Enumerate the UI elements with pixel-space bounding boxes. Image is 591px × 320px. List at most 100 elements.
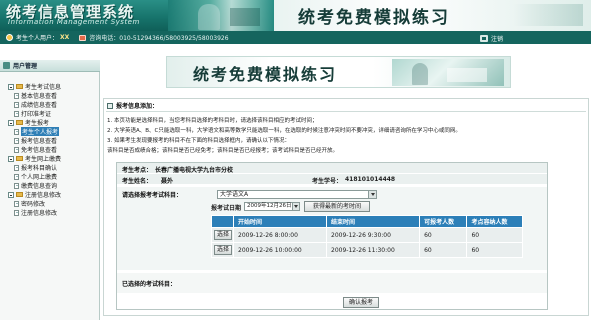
banner-photo: [168, 0, 274, 31]
exam-date-label: 报考试日期: [211, 205, 242, 212]
table-cell: 2009-12-26 8:00:00: [232, 227, 328, 243]
tree-group-account[interactable]: 注册信息修改: [8, 190, 98, 199]
collapse-icon[interactable]: [8, 155, 14, 162]
schedule-table: 开始时间 结束时间 可报考人数 考点容纳人数 选择 2009-12-26 8:0…: [211, 215, 523, 258]
chevron-down-icon[interactable]: [368, 191, 376, 198]
user-manage-icon: [3, 62, 10, 69]
main-banner-title: 统考免费模拟练习: [193, 65, 338, 84]
divider: [106, 111, 586, 112]
tree-group-label: 考生报考: [25, 120, 50, 127]
user-name: XX: [60, 34, 70, 41]
student-name-value: 聂外: [161, 178, 174, 185]
tree-group-label: 考生考试信息: [25, 84, 62, 91]
collapse-icon[interactable]: [8, 83, 14, 90]
user-info-bar: 考生个人用户： XX 咨询电话：010-51294366/58003925/58…: [0, 31, 591, 44]
exam-date-value: 2009年12月26日: [247, 203, 292, 209]
main-banner: 统考免费模拟练习: [166, 56, 511, 88]
table-cell: 2009-12-26 9:30:00: [326, 227, 421, 243]
student-id-label: 考生学号：: [312, 178, 343, 185]
fetch-latest-time-button[interactable]: 获得最新的考时间: [304, 201, 370, 212]
subject-select[interactable]: 大学语文A: [217, 190, 377, 199]
sidebar-header: 用户管理: [0, 60, 100, 72]
logout-button[interactable]: 注销: [480, 34, 503, 43]
table-cell: 2009-12-26 11:30:00: [326, 242, 421, 258]
folder-icon: [16, 120, 23, 125]
document-icon: [14, 182, 19, 189]
sidebar-item-change-password[interactable]: 密码修改: [8, 199, 98, 208]
document-icon: [14, 137, 19, 144]
chevron-down-icon[interactable]: [292, 203, 299, 210]
chosen-subjects-label: 已选择的考试科目：: [122, 281, 177, 288]
sidebar-item-confirm-subjects[interactable]: 报考科目确认: [8, 163, 98, 172]
tree-group-exam-info[interactable]: 考生考试信息: [8, 82, 98, 91]
exam-site-value: 长春广播电视大学九台市分校: [155, 167, 234, 174]
confirm-register-button[interactable]: 确认报考: [343, 297, 379, 308]
register-form: 考生考点： 长春广播电视大学九台市分校 考生姓名： 聂外 考生学号： 41810…: [116, 162, 548, 310]
instruction-line: 该科目是否成绩合格；该科目是否已经免考；该科目是否已经报考；该考试科目是否已经开…: [107, 148, 339, 154]
banner-exam-title: 统考免费模拟练习: [298, 8, 450, 28]
sidebar-header-label: 用户管理: [13, 63, 38, 70]
table-header: [211, 215, 234, 228]
student-info-row: 考生姓名： 聂外 考生学号： 418101014448: [117, 174, 547, 185]
banner-exam-panel: 统考免费模拟练习: [274, 0, 591, 31]
chosen-subjects-row: 已选择的考试科目：: [117, 273, 547, 294]
tree-group-label: 注册信息修改: [25, 192, 62, 199]
table-row: 选择 2009-12-26 8:00:00 2009-12-26 9:30:00…: [211, 227, 523, 243]
table-cell: 60: [419, 242, 468, 258]
document-icon: [14, 146, 19, 153]
panel-title: 报考信息添加：: [107, 101, 158, 110]
sidebar-item-payment-query[interactable]: 缴费信息查询: [8, 181, 98, 190]
table-cell: 2009-12-26 10:00:00: [232, 242, 328, 258]
select-button[interactable]: 选择: [214, 245, 232, 255]
tree-group-register[interactable]: 考生报考: [8, 118, 98, 127]
main-content: 统考免费模拟练习 报考信息添加： 1. 本页功能是选择科目，当您考科目选择的考科…: [100, 44, 591, 320]
sidebar-item-basic-info[interactable]: 基本信息查看: [8, 91, 98, 100]
nav-tree: 考生考试信息 基本信息查看 成绩信息查看 打印准考证 考生报考 考生个人报考 报…: [8, 82, 98, 217]
table-header-row: 开始时间 结束时间 可报考人数 考点容纳人数: [211, 215, 523, 228]
document-icon: [14, 128, 19, 135]
folder-icon: [16, 156, 23, 161]
sidebar-item-exempt-info[interactable]: 免考信息查看: [8, 145, 98, 154]
document-icon: [14, 110, 19, 117]
document-icon: [14, 209, 19, 216]
table-cell: 选择: [211, 227, 234, 243]
logout-icon: [480, 35, 488, 42]
table-header: 考点容纳人数: [466, 215, 523, 228]
student-name-label: 考生姓名：: [122, 178, 153, 185]
tree-group-payment[interactable]: 考生网上缴费: [8, 154, 98, 163]
collapse-icon[interactable]: [8, 191, 14, 198]
table-cell: 60: [466, 227, 523, 243]
document-icon: [14, 92, 19, 99]
phone-label: 咨询电话：010-51294366/58003925/58003926: [89, 35, 229, 42]
student-id-value: 418101014448: [345, 176, 396, 183]
subject-select-label: 请选择报考考试科目：: [122, 192, 183, 199]
tree-group-label: 考生网上缴费: [25, 156, 62, 163]
instructions: 1. 本页功能是选择科目，当您考科目选择的考科目时，请选择该科目相应的考试时间；…: [107, 116, 587, 156]
register-panel: 报考信息添加： 1. 本页功能是选择科目，当您考科目选择的考科目时，请选择该科目…: [103, 98, 589, 316]
document-icon: [14, 101, 19, 108]
sidebar-item-personal-register[interactable]: 考生个人报考: [8, 127, 98, 136]
sidebar-item-online-payment[interactable]: 个人网上缴费: [8, 172, 98, 181]
header-banner: 统考信息管理系统 Information Management System 统…: [0, 0, 591, 31]
sidebar-item-print-ticket[interactable]: 打印准考证: [8, 109, 98, 118]
panel-icon: [107, 102, 113, 109]
select-button[interactable]: 选择: [214, 230, 232, 240]
panel-title-label: 报考信息添加：: [116, 103, 159, 110]
table-row: 选择 2009-12-26 10:00:00 2009-12-26 11:30:…: [211, 242, 523, 258]
document-icon: [14, 200, 19, 207]
exam-site-label: 考生考点：: [122, 167, 153, 174]
table-header: 结束时间: [326, 215, 421, 228]
table-header: 可报考人数: [419, 215, 468, 228]
instruction-line: 1. 本页功能是选择科目，当您考科目选择的考科目时，请选择该科目相应的考试时间；: [107, 118, 318, 124]
sidebar-item-register-info[interactable]: 报考信息查看: [8, 136, 98, 145]
main-banner-photo: [392, 59, 504, 86]
table-header: 开始时间: [232, 215, 328, 228]
collapse-icon[interactable]: [8, 119, 14, 126]
banner-decoration: [513, 4, 583, 26]
exam-date-select[interactable]: 2009年12月26日: [244, 202, 300, 211]
subject-select-row: 请选择报考考试科目： 大学语文A 报考试日期 2009年12月26日 获得最新的…: [117, 187, 547, 271]
table-cell: 选择: [211, 242, 234, 258]
sidebar-item-edit-registration[interactable]: 注册信息修改: [8, 208, 98, 217]
exam-site-row: 考生考点： 长春广播电视大学九台市分校: [117, 163, 547, 174]
sidebar-item-score-info[interactable]: 成绩信息查看: [8, 100, 98, 109]
